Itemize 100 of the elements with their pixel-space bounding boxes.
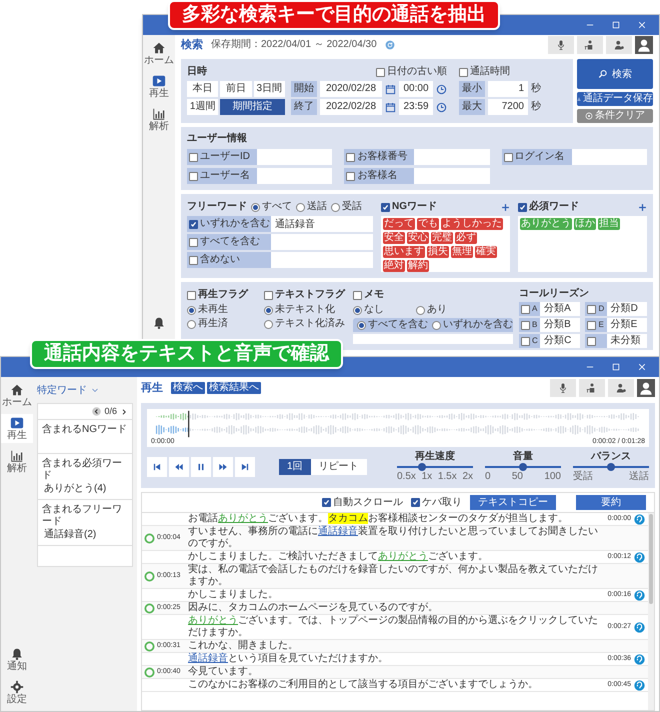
word-tag[interactable]: 安心 [407, 232, 429, 244]
sidebar-item[interactable]: 再生 [1, 414, 33, 443]
player-button[interactable] [169, 456, 189, 476]
radio-button[interactable] [264, 306, 274, 314]
toolbar-button[interactable] [550, 379, 576, 397]
checkbox[interactable] [189, 256, 198, 264]
number-field[interactable]: 1 [488, 81, 528, 97]
checkbox[interactable] [346, 172, 356, 180]
repeat-toggle[interactable]: 1回 [279, 458, 311, 474]
radio-button[interactable] [432, 320, 441, 330]
slider-thumb[interactable] [418, 463, 426, 471]
checkbox[interactable] [520, 336, 530, 346]
preset-button[interactable]: 本日 [187, 81, 218, 97]
group-detail[interactable]: ありがとう(4) [42, 483, 128, 495]
sidebar-item[interactable]: ホーム [143, 39, 175, 68]
word-tag[interactable]: 無理 [451, 246, 473, 258]
toolbar-button[interactable]: テキストコピー [470, 495, 556, 510]
checkbox[interactable] [520, 304, 530, 314]
nav-link[interactable]: 検索へ [171, 382, 205, 394]
input-field[interactable] [271, 252, 373, 268]
checkbox[interactable] [322, 498, 331, 507]
sidebar-item[interactable]: 通知 [1, 645, 33, 674]
repeat-toggle[interactable]: リピート [310, 458, 367, 474]
word-tag[interactable]: 絶対 [383, 260, 405, 272]
preset-button[interactable]: 期間指定 [220, 99, 285, 115]
clock-icon[interactable] [436, 102, 447, 112]
close-icon[interactable] [637, 20, 647, 30]
checkbox[interactable] [518, 202, 527, 212]
scrollbar[interactable] [648, 513, 654, 710]
user-avatar-icon[interactable] [637, 379, 655, 397]
preset-button[interactable]: 1週間 [187, 99, 218, 115]
preset-button[interactable]: 前日 [220, 81, 252, 97]
checkbox[interactable] [352, 290, 362, 300]
input-field[interactable] [271, 234, 373, 250]
checkbox[interactable] [381, 202, 390, 212]
word-tag[interactable]: 思います [383, 246, 425, 258]
add-icon[interactable] [638, 202, 647, 212]
input-field[interactable] [257, 149, 332, 165]
checkbox[interactable] [346, 152, 356, 162]
checkbox[interactable] [411, 498, 420, 507]
maximize-icon[interactable] [611, 20, 621, 30]
radio-button[interactable] [296, 202, 305, 212]
input-field[interactable] [414, 149, 490, 165]
previous-icon[interactable] [92, 407, 102, 416]
checkbox[interactable] [587, 320, 596, 330]
checkbox[interactable] [504, 152, 513, 162]
date-field[interactable]: 2020/02/28 [320, 81, 382, 97]
checkbox[interactable] [189, 172, 198, 180]
radio-button[interactable] [187, 320, 196, 328]
input-field[interactable] [572, 149, 647, 165]
scrollbar-thumb[interactable] [649, 514, 653, 604]
radio-button[interactable] [352, 306, 362, 314]
input-field[interactable] [257, 168, 332, 184]
toolbar-button[interactable] [577, 36, 603, 54]
toolbar-button[interactable] [579, 379, 605, 397]
sidebar-item[interactable]: 解析 [143, 105, 175, 134]
checkbox[interactable] [187, 290, 196, 300]
maximize-icon[interactable] [611, 362, 621, 372]
number-field[interactable]: 7200 [488, 99, 528, 115]
word-tag[interactable]: 安全 [383, 232, 405, 244]
action-button[interactable]: 検索 [577, 59, 653, 89]
input-field[interactable] [414, 168, 490, 184]
word-tag[interactable]: 解約 [407, 260, 429, 272]
calendar-icon[interactable] [385, 102, 396, 112]
input-field[interactable]: 通話録音 [271, 216, 373, 232]
radio-button[interactable] [416, 306, 425, 314]
toolbar-button[interactable] [548, 36, 574, 54]
memo-field[interactable] [352, 334, 513, 344]
toolbar-button[interactable] [606, 36, 632, 54]
user-avatar-icon[interactable] [635, 36, 653, 54]
next-icon[interactable] [120, 408, 128, 416]
checkbox[interactable] [459, 68, 468, 76]
checkbox[interactable] [587, 304, 596, 314]
radio-button[interactable] [187, 306, 196, 314]
time-field[interactable]: 00:00 [399, 81, 433, 97]
player-button[interactable] [235, 456, 255, 476]
player-button[interactable] [191, 456, 211, 476]
time-field[interactable]: 23:59 [399, 99, 433, 115]
close-icon[interactable] [637, 362, 647, 372]
preset-button[interactable]: 3日間 [254, 81, 285, 97]
word-tag[interactable]: ようしかった [441, 218, 503, 230]
action-button[interactable]: 通話データ保存 [577, 92, 653, 106]
checkbox[interactable] [189, 152, 198, 162]
group-detail[interactable]: 通話録音(2) [42, 529, 128, 541]
word-tag[interactable]: だって [383, 218, 415, 230]
checkbox[interactable] [264, 290, 274, 300]
sidebar-item[interactable]: 再生 [143, 72, 175, 101]
player-button[interactable] [213, 456, 233, 476]
toolbar-button[interactable]: 要約 [576, 495, 646, 510]
sidebar-item[interactable]: ホーム [1, 381, 33, 410]
checkbox[interactable] [587, 336, 596, 346]
slider-thumb[interactable] [607, 463, 615, 471]
sidebar-item[interactable]: 設定 [1, 678, 33, 707]
checkbox[interactable] [189, 238, 198, 246]
radio-button[interactable] [264, 320, 274, 328]
checkbox[interactable] [376, 68, 385, 76]
date-field[interactable]: 2022/02/28 [320, 99, 382, 115]
checkbox[interactable] [520, 320, 530, 330]
sidebar-item[interactable]: 解析 [1, 447, 33, 476]
calendar-icon[interactable] [385, 84, 396, 94]
